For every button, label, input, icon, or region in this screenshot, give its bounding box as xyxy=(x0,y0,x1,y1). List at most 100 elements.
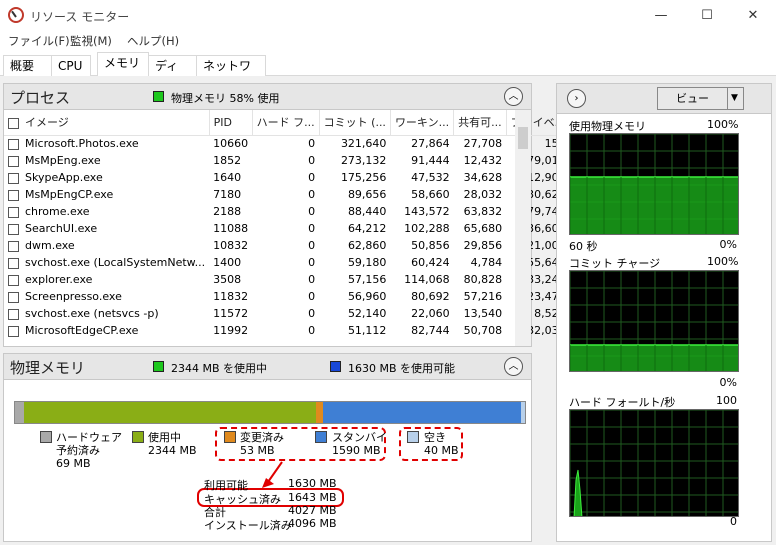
table-cell: 0 xyxy=(308,222,316,235)
table-cell: 47,532 xyxy=(411,171,450,184)
expand-graph-panel-button[interactable]: › xyxy=(567,89,586,108)
table-row[interactable]: chrome.exe 2188 0 88,440 143,572 63,832 79,740 xyxy=(4,203,570,220)
select-all-checkbox[interactable] xyxy=(8,117,19,129)
total-stat-value: 4027 MB xyxy=(288,504,337,517)
table-cell: 50,856 xyxy=(411,239,450,252)
process-name-cell: MsMpEng.exe xyxy=(4,152,209,169)
table-cell: 11832 xyxy=(213,290,249,303)
graph3-min: 0 xyxy=(730,515,737,528)
table-row[interactable]: dwm.exe 10832 0 62,860 50,856 29,856 21,000 xyxy=(4,237,570,254)
process-table: イメージ PID ハード フ... コミット (... ワーキン... 共有可.… xyxy=(4,110,571,339)
table-row[interactable]: svchost.exe (LocalSystemNetw... 1400 0 59,1… xyxy=(4,254,570,271)
menu-bar: ファイル(F) 監視(M) ヘルプ(H) xyxy=(0,31,776,51)
available-stat-value: 1630 MB xyxy=(288,477,337,490)
table-cell: 59,180 xyxy=(347,256,387,269)
available-legend-swatch xyxy=(330,361,341,372)
table-cell: 56,960 xyxy=(347,290,387,303)
tab-cpu[interactable]: CPU xyxy=(51,55,91,76)
process-name-cell: chrome.exe xyxy=(4,203,209,220)
row-checkbox[interactable] xyxy=(8,240,19,252)
collapse-memory-panel-button[interactable]: ︿ xyxy=(504,357,523,376)
scrollbar-thumb[interactable] xyxy=(518,127,528,149)
table-cell: 0 xyxy=(308,239,316,252)
table-cell: 0 xyxy=(308,154,316,167)
in-use-swatch xyxy=(132,431,144,443)
table-row[interactable]: SearchUI.exe 11088 0 64,212 102,288 65,680 36,… xyxy=(4,220,570,237)
column-header-image[interactable]: イメージ xyxy=(4,110,210,136)
table-cell: 80,828 xyxy=(463,273,503,286)
row-checkbox[interactable] xyxy=(8,206,19,218)
row-checkbox[interactable] xyxy=(8,223,19,235)
menu-file[interactable]: ファイル(F) xyxy=(8,33,70,49)
maximize-button[interactable]: ☐ xyxy=(684,0,730,31)
table-cell: 114,068 xyxy=(404,273,450,286)
table-cell: 4,784 xyxy=(470,256,503,269)
graph2-min: 0% xyxy=(719,376,737,389)
table-row[interactable]: explorer.exe 3508 0 57,156 114,068 80,828 33,2… xyxy=(4,271,570,288)
process-name-cell: explorer.exe xyxy=(4,271,209,288)
in-use-label: 使用中 xyxy=(148,431,181,444)
table-cell: 0 xyxy=(308,188,316,201)
window-title: リソース モニター xyxy=(30,10,130,24)
table-cell: 143,572 xyxy=(404,205,450,218)
column-header-commit[interactable]: コミット (... xyxy=(319,110,391,136)
row-checkbox[interactable] xyxy=(8,138,19,150)
process-table-scrollbar[interactable] xyxy=(515,110,531,346)
table-row[interactable]: Screenpresso.exe 11832 0 56,960 80,692 57,216… xyxy=(4,288,570,305)
row-checkbox[interactable] xyxy=(8,189,19,201)
tab-network[interactable]: ネットワーク xyxy=(196,55,266,93)
hardware-reserved-swatch xyxy=(40,431,52,443)
menu-monitor[interactable]: 監視(M) xyxy=(70,33,112,49)
installed-stat-value: 4096 MB xyxy=(288,517,337,530)
column-header-hard-faults[interactable]: ハード フ... xyxy=(252,110,320,136)
table-row[interactable]: MicrosoftEdgeCP.exe 11992 0 51,112 82,744 50,… xyxy=(4,322,570,339)
row-checkbox[interactable] xyxy=(8,308,19,320)
table-row[interactable]: Microsoft.Photos.exe 10660 0 321,640 27,864 2… xyxy=(4,135,570,152)
row-checkbox[interactable] xyxy=(8,325,19,337)
table-cell: 12,432 xyxy=(463,154,503,167)
tab-disk[interactable]: ディスク xyxy=(148,55,197,93)
graph1-title: 使用物理メモリ xyxy=(569,120,646,133)
process-name-cell: MsMpEngCP.exe xyxy=(4,186,209,203)
table-cell: 175,256 xyxy=(340,171,387,184)
table-cell: 57,156 xyxy=(347,273,387,286)
process-name-cell: MicrosoftEdgeCP.exe xyxy=(4,322,209,339)
row-checkbox[interactable] xyxy=(8,291,19,303)
table-row[interactable]: MsMpEng.exe 1852 0 273,132 91,444 12,432 79,01… xyxy=(4,152,570,169)
graph1-max: 100% xyxy=(707,118,739,131)
physical-memory-panel-header[interactable]: 物理メモリ 2344 MB を使用中 1630 MB を使用可能 ︿ xyxy=(4,354,531,380)
tab-memory[interactable]: メモリ xyxy=(97,52,149,77)
close-button[interactable]: ✕ xyxy=(730,0,776,31)
menu-help[interactable]: ヘルプ(H) xyxy=(127,33,179,49)
bar-segment-modified xyxy=(316,402,323,423)
tab-overview[interactable]: 概要 xyxy=(3,55,52,76)
column-header-pid[interactable]: PID xyxy=(209,110,253,136)
commit-charge-graph xyxy=(569,270,739,372)
table-row[interactable]: MsMpEngCP.exe 7180 0 89,656 58,660 28,032 30,6… xyxy=(4,186,570,203)
column-header-working-set[interactable]: ワーキン... xyxy=(390,110,455,136)
content-area: プロセス 物理メモリ 58% 使用 ︿ イメージ PID ハード フ... コミ… xyxy=(0,76,776,545)
hardware-reserved-label: ハードウェア予約済み xyxy=(56,431,122,457)
row-checkbox[interactable] xyxy=(8,155,19,167)
column-header-shareable[interactable]: 共有可... xyxy=(453,110,507,136)
in-use-legend-swatch xyxy=(153,361,164,372)
minimize-button[interactable]: — xyxy=(638,0,684,31)
table-cell: 11992 xyxy=(213,324,249,337)
collapse-process-panel-button[interactable]: ︿ xyxy=(504,87,523,106)
row-checkbox[interactable] xyxy=(8,257,19,269)
in-use-value: 2344 MB xyxy=(148,444,197,457)
table-cell: 10832 xyxy=(213,239,249,252)
title-bar: リソース モニター — ☐ ✕ xyxy=(0,0,776,31)
chevron-down-icon[interactable]: ▼ xyxy=(731,93,738,103)
process-panel-header[interactable]: プロセス 物理メモリ 58% 使用 ︿ xyxy=(4,84,531,110)
table-cell: 50,708 xyxy=(463,324,503,337)
process-panel-title: プロセス xyxy=(10,89,71,107)
in-use-legend: 使用中 2344 MB xyxy=(148,431,197,457)
row-checkbox[interactable] xyxy=(8,274,19,286)
table-row[interactable]: svchost.exe (netsvcs -p) 11572 0 52,140 22,0… xyxy=(4,305,570,322)
process-name-cell: svchost.exe (LocalSystemNetw... xyxy=(4,254,209,271)
row-checkbox[interactable] xyxy=(8,172,19,184)
table-cell: 34,628 xyxy=(463,171,503,184)
table-row[interactable]: SkypeApp.exe 1640 0 175,256 47,532 34,628 12,9… xyxy=(4,169,570,186)
table-cell: 0 xyxy=(308,324,316,337)
